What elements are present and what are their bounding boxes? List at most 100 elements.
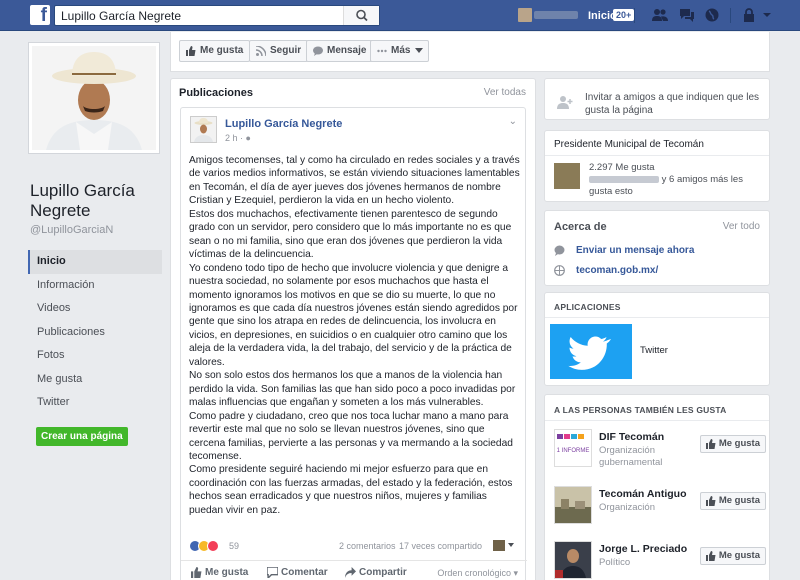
message-label: Mensaje [327, 45, 367, 56]
profile-photo-image [32, 46, 156, 150]
thumbs-up-icon [705, 551, 716, 561]
thumbs-up-icon [705, 439, 716, 449]
post-card: Lupillo García Negrete 2 h · ● ⌄ Amigos … [180, 107, 527, 580]
post-comment-label: Comentar [281, 567, 328, 578]
post-body-text: Amigos tecomenses, tal y como ha circula… [189, 155, 520, 516]
divider [545, 317, 769, 318]
website-link[interactable]: tecoman.gob.mx/ [554, 265, 658, 276]
search-button[interactable] [343, 6, 379, 25]
thumbs-up-icon [705, 496, 716, 506]
suggested-page-category: Político [599, 557, 631, 568]
user-name-blurred[interactable] [534, 11, 578, 19]
blurred-friend-names[interactable] [589, 175, 659, 183]
divider [545, 155, 769, 156]
post-like-button[interactable]: Me gusta [191, 567, 248, 578]
posts-panel: Publicaciones Ver todas Lupillo García N… [170, 78, 536, 580]
post-author-avatar[interactable] [190, 116, 217, 143]
post-action-row: Me gusta Comentar Compartir Orden cronol… [181, 560, 527, 580]
suggested-page-item: 1 INFORME DIF Tecomán Organización guber… [554, 429, 766, 473]
page-category[interactable]: Presidente Municipal de Tecomán [554, 139, 704, 150]
nav-item-me-gusta[interactable]: Me gusta [28, 368, 162, 392]
post-reactions-summary[interactable]: 59 2 comentarios 17 veces compartido [189, 540, 519, 554]
suggested-page-like-button[interactable]: Me gusta [699, 492, 766, 510]
jorge-preciado-image [555, 542, 591, 578]
account-menu-chevron-down-icon[interactable] [762, 8, 772, 22]
rss-follow-icon [256, 46, 266, 56]
post-share-label: Compartir [359, 567, 407, 578]
page-info-box: Presidente Municipal de Tecomán 2.297 Me… [544, 130, 770, 202]
viewer-avatar-chevron-icon[interactable] [493, 540, 515, 551]
invite-friends-box[interactable]: Invitar a amigos a que indiquen que les … [544, 78, 770, 120]
share-arrow-icon [345, 567, 356, 578]
divider [730, 8, 731, 23]
post-comment-button[interactable]: Comentar [267, 567, 328, 578]
facebook-logo-icon[interactable]: f [30, 5, 50, 25]
comments-count-link[interactable]: 2 comentarios [339, 541, 396, 551]
profile-picture[interactable] [28, 42, 160, 154]
invite-friends-text[interactable]: Invitar a amigos a que indiquen que les … [585, 91, 765, 117]
friends-like-image [554, 163, 580, 189]
search-input[interactable] [55, 6, 345, 25]
suggested-page-name[interactable]: Tecomán Antiguo [599, 488, 687, 500]
nav-item-publicaciones[interactable]: Publicaciones [28, 321, 162, 345]
shares-count-link[interactable]: 17 veces compartido [399, 541, 482, 551]
post-author-name[interactable]: Lupillo García Negrete [225, 118, 342, 130]
suggested-page-name[interactable]: DIF Tecomán [599, 431, 664, 443]
about-see-all-link[interactable]: Ver todo [723, 221, 760, 232]
send-message-label: Enviar un mensaje ahora [576, 245, 695, 256]
suggested-page-name[interactable]: Jorge L. Preciado [599, 543, 687, 555]
chevron-down-icon [415, 48, 424, 53]
twitter-bird-icon [568, 336, 611, 370]
suggested-page-like-button[interactable]: Me gusta [699, 547, 766, 565]
comment-icon [267, 567, 278, 578]
author-thumbnail-image [191, 117, 216, 142]
follow-button[interactable]: Seguir [249, 40, 309, 62]
messages-icon[interactable] [679, 8, 695, 22]
likes-count[interactable]: 2.297 Me gusta [589, 162, 655, 173]
dif-logo-image: 1 INFORME [555, 430, 591, 466]
suggested-page-category: Organización [599, 502, 655, 513]
nav-item-twitter[interactable]: Twitter [28, 391, 162, 415]
nav-item-fotos[interactable]: Fotos [28, 344, 162, 368]
apps-title: APLICACIONES [554, 302, 621, 312]
message-button[interactable]: Mensaje [306, 40, 374, 62]
friend-requests-icon[interactable] [652, 8, 668, 22]
nav-item-videos[interactable]: Videos [28, 297, 162, 321]
like-page-button[interactable]: Me gusta [179, 40, 251, 62]
send-message-link[interactable]: Enviar un mensaje ahora [554, 245, 694, 256]
about-title: Acerca de [554, 221, 607, 233]
comment-order-dropdown[interactable]: Orden cronológico ▾ [437, 568, 518, 579]
post-share-button[interactable]: Compartir [345, 567, 407, 578]
dif-tecoman-logo[interactable]: 1 INFORME [554, 429, 592, 467]
notifications-globe-icon[interactable] [704, 8, 720, 22]
thumbs-up-icon [191, 567, 202, 578]
ellipsis-icon [377, 49, 387, 53]
nav-item-inicio[interactable]: Inicio [28, 250, 162, 274]
page-handle[interactable]: @LupilloGarciaN [28, 224, 162, 236]
reaction-count[interactable]: 59 [229, 541, 239, 551]
see-all-posts-link[interactable]: Ver todas [484, 87, 526, 98]
messenger-icon [554, 245, 565, 256]
post-options-chevron-icon[interactable]: ⌄ [509, 116, 517, 127]
suggested-page-like-label: Me gusta [718, 550, 760, 561]
about-box: Acerca de Ver todo Enviar un mensaje aho… [544, 210, 770, 286]
dif-logo-text: 1 INFORME [557, 448, 590, 454]
search-box[interactable] [54, 5, 380, 26]
post-timestamp[interactable]: 2 h · ● [225, 133, 251, 143]
twitter-app-tile[interactable] [550, 324, 632, 379]
more-button[interactable]: Más [370, 40, 430, 62]
privacy-lock-icon[interactable] [741, 8, 757, 22]
jorge-preciado-photo[interactable] [554, 541, 592, 579]
create-page-button[interactable]: Crear una página [36, 426, 128, 446]
nav-item-informacion[interactable]: Información [28, 274, 162, 298]
twitter-app-label[interactable]: Twitter [640, 345, 668, 356]
post-time-label: 2 h [225, 133, 238, 143]
divider [634, 8, 635, 23]
user-avatar[interactable] [518, 8, 532, 22]
like-page-label: Me gusta [200, 45, 244, 56]
tecoman-antiguo-photo[interactable] [554, 486, 592, 524]
thumbs-up-icon [186, 46, 196, 56]
follow-label: Seguir [270, 45, 302, 56]
home-badge: 20+ [613, 9, 635, 21]
suggested-page-like-button[interactable]: Me gusta [699, 435, 766, 453]
